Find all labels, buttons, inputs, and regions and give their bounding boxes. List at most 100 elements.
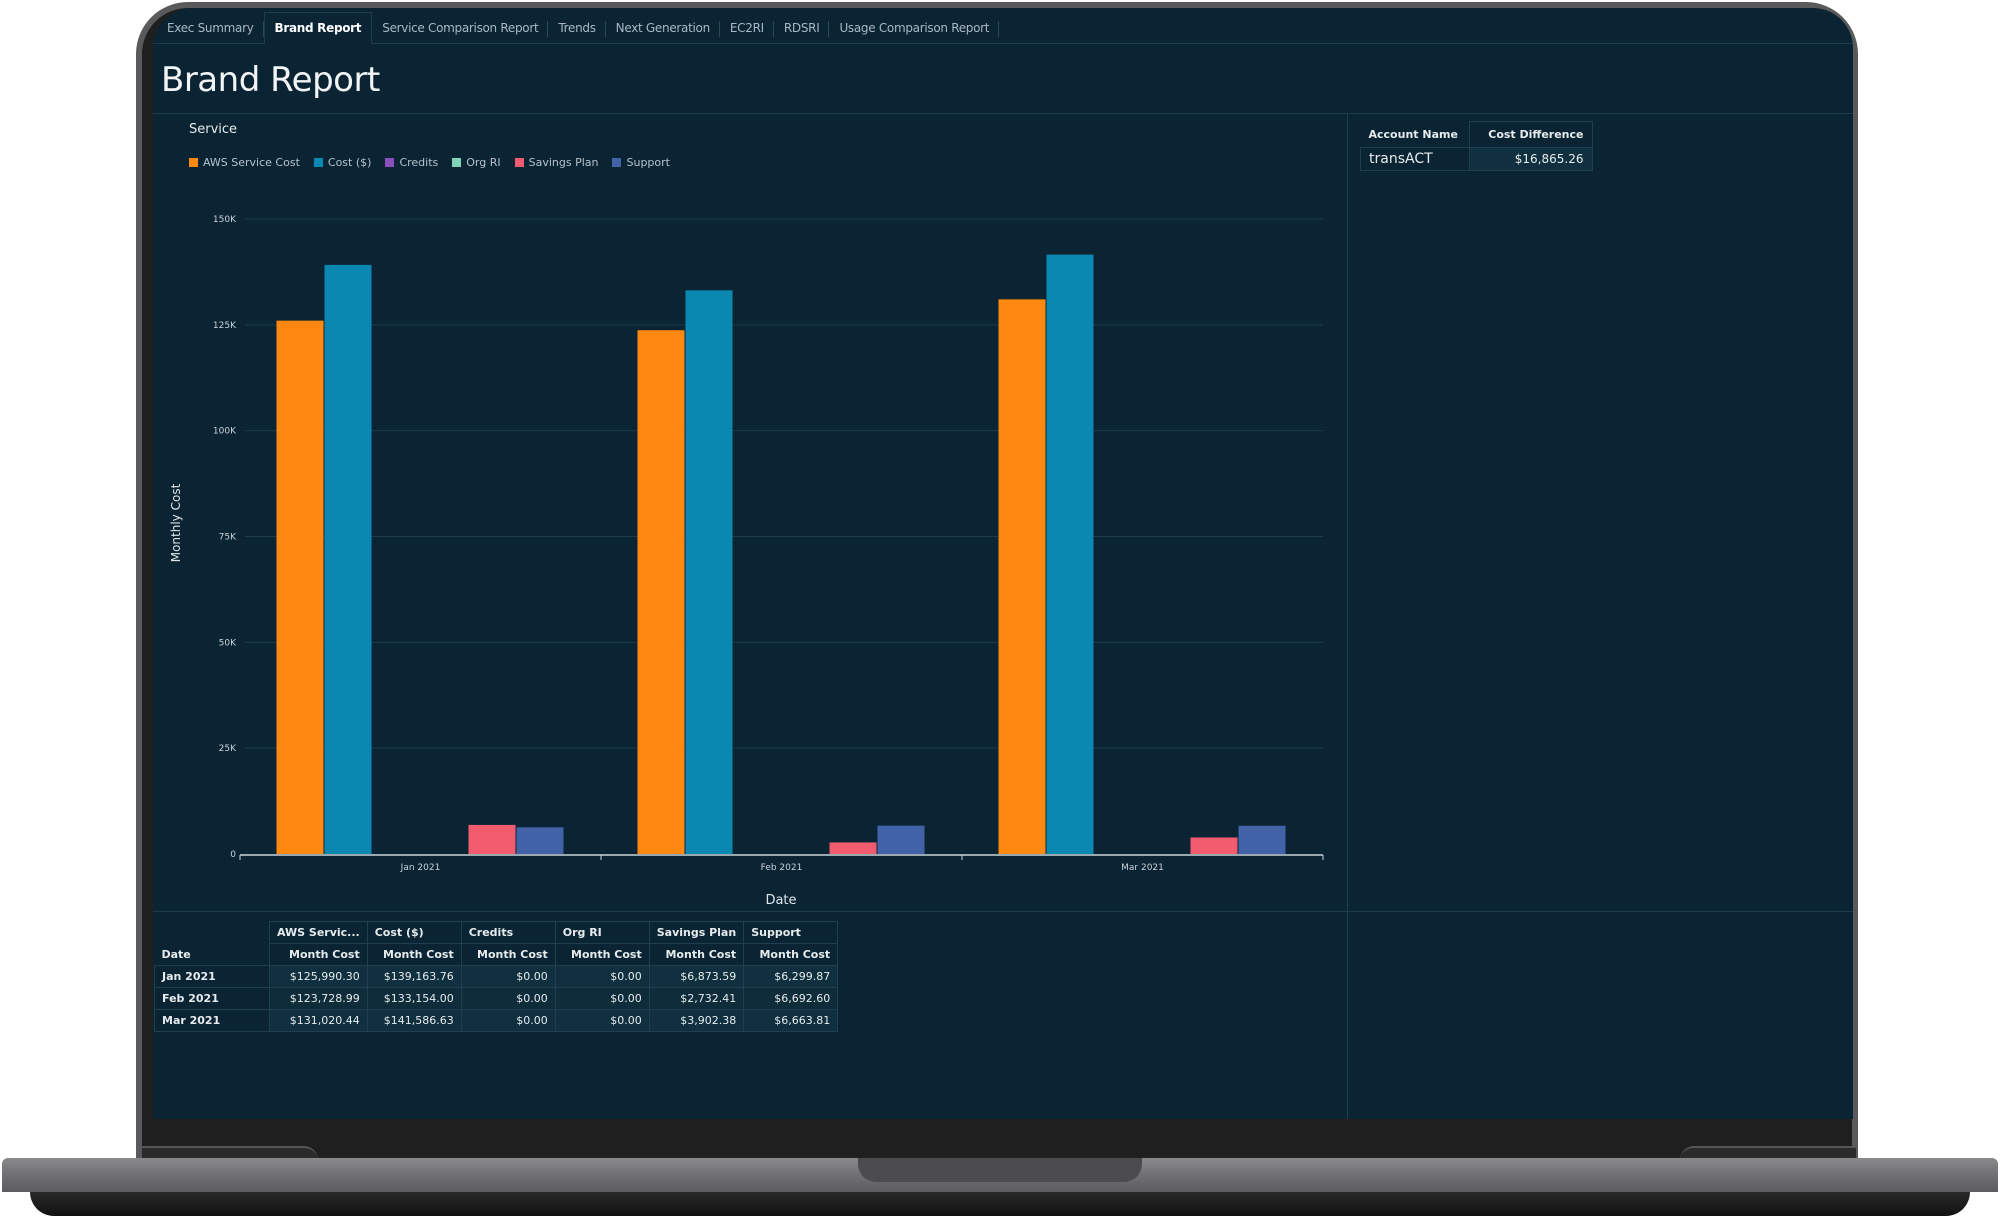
value-cell: $6,873.59 xyxy=(648,965,745,988)
y-tick-label: 25K xyxy=(219,744,237,754)
tab-usage-comparison-report[interactable]: Usage Comparison Report xyxy=(829,13,999,43)
legend-label: Cost ($) xyxy=(327,156,372,169)
date-cell: Mar 2021 xyxy=(154,1009,270,1032)
legend-item-aws-service-cost[interactable]: AWS Service Cost xyxy=(189,156,300,169)
legend-item-savings-plan[interactable]: Savings Plan xyxy=(514,156,599,169)
value-cell: $139,163.76 xyxy=(366,965,462,988)
page-title: Brand Report xyxy=(161,60,380,100)
account-cost-table: Account Name Cost Difference transACT $1… xyxy=(1360,121,1593,171)
value-cell: $0.00 xyxy=(554,987,650,1010)
value-cell: $133,154.00 xyxy=(366,987,462,1010)
y-tick-label: 125K xyxy=(213,321,237,331)
legend-swatch xyxy=(385,158,395,167)
legend-label: Savings Plan xyxy=(528,156,599,169)
panel-divider-vertical xyxy=(1347,113,1348,1119)
tab-exec-summary[interactable]: Exec Summary xyxy=(157,13,264,43)
bar-support-feb-2021[interactable] xyxy=(877,825,925,854)
bar-cost-mar-2021[interactable] xyxy=(1046,254,1094,855)
tab-trends[interactable]: Trends xyxy=(548,13,606,43)
value-cell: $3,902.38 xyxy=(648,1009,745,1032)
table-row: transACT $16,865.26 xyxy=(1360,147,1593,171)
chart-legend: AWS Service Cost Cost ($) Credits Org RI Sav… xyxy=(189,156,670,169)
tab-ec2ri[interactable]: EC2RI xyxy=(720,13,774,43)
laptop-base-bottom xyxy=(30,1192,1970,1216)
y-tick-label: 50K xyxy=(219,638,237,648)
row-header-date[interactable]: Date xyxy=(154,921,270,966)
x-tick-label: Feb 2021 xyxy=(761,863,803,873)
legend-swatch xyxy=(313,158,323,167)
bar-support-mar-2021[interactable] xyxy=(1238,825,1286,854)
sub-header-month-cost[interactable]: Month Cost xyxy=(269,943,368,966)
tab-rdsri[interactable]: RDSRI xyxy=(774,13,830,43)
column-header-account-name[interactable]: Account Name xyxy=(1361,122,1470,148)
value-cell: $141,586.63 xyxy=(366,1009,462,1032)
legend-label: Support xyxy=(626,156,670,169)
date-cell: Feb 2021 xyxy=(154,987,270,1010)
y-tick-label: 0 xyxy=(230,850,236,860)
dashboard-screen: Exec Summary Brand Report Service Compar… xyxy=(153,8,1853,1119)
chart-title: Service xyxy=(189,122,238,137)
bar-chart: 0 25K 50K 75K 100K 125K 150K Jan 2021 Feb 2021 M… xyxy=(169,215,1324,908)
legend-swatch xyxy=(189,158,198,167)
legend-swatch xyxy=(514,158,524,167)
value-cell: $0.00 xyxy=(554,965,650,988)
tab-next-generation[interactable]: Next Generation xyxy=(606,13,721,43)
value-cell: $2,732.41 xyxy=(648,987,745,1010)
value-cell: $131,020.44 xyxy=(269,1009,368,1032)
value-cell: $123,728.99 xyxy=(269,987,368,1010)
legend-swatch xyxy=(452,158,462,167)
group-header-org-ri[interactable]: Org RI xyxy=(554,921,650,944)
date-cell: Jan 2021 xyxy=(154,965,270,988)
bar-aws-service-cost-jan-2021[interactable] xyxy=(276,320,324,854)
y-tick-label: 100K xyxy=(213,427,237,437)
bar-savings-plan-feb-2021[interactable] xyxy=(829,842,877,854)
legend-label: Credits xyxy=(399,156,439,169)
y-tick-label: 150K xyxy=(213,215,237,225)
value-cell: $0.00 xyxy=(460,1009,556,1032)
bar-support-jan-2021[interactable] xyxy=(516,827,564,854)
x-tick-label: Mar 2021 xyxy=(1121,863,1164,873)
sub-header-month-cost[interactable]: Month Cost xyxy=(366,943,462,966)
legend-label: AWS Service Cost xyxy=(203,156,300,169)
bar-cost-feb-2021[interactable] xyxy=(685,290,733,855)
value-cell: $0.00 xyxy=(554,1009,650,1032)
panel-divider-horizontal xyxy=(153,911,1853,912)
bar-savings-plan-jan-2021[interactable] xyxy=(468,824,516,854)
value-cell: $125,990.30 xyxy=(269,965,368,988)
column-header-cost-difference[interactable]: Cost Difference xyxy=(1468,121,1593,148)
bar-cost-jan-2021[interactable] xyxy=(324,264,372,854)
tab-brand-report[interactable]: Brand Report xyxy=(263,12,373,44)
value-cell: $6,692.60 xyxy=(743,987,839,1010)
group-header-credits[interactable]: Credits xyxy=(460,921,556,944)
legend-item-org-ri[interactable]: Org RI xyxy=(452,156,501,169)
table-row: Mar 2021 $131,020.44 $141,586.63 $0.00 $… xyxy=(154,1009,839,1032)
group-header-cost[interactable]: Cost ($) xyxy=(366,921,462,944)
legend-item-cost[interactable]: Cost ($) xyxy=(313,156,372,169)
bar-aws-service-cost-mar-2021[interactable] xyxy=(998,299,1046,854)
sub-header-month-cost[interactable]: Month Cost xyxy=(648,943,745,966)
laptop-notch xyxy=(858,1158,1142,1182)
legend-item-support[interactable]: Support xyxy=(612,156,670,169)
sub-header-month-cost[interactable]: Month Cost xyxy=(554,943,650,966)
value-cell: $0.00 xyxy=(460,987,556,1010)
group-header-support[interactable]: Support xyxy=(743,921,839,944)
bar-aws-service-cost-feb-2021[interactable] xyxy=(637,330,685,854)
value-cell: $6,663.81 xyxy=(743,1009,839,1032)
sheet-tabs: Exec Summary Brand Report Service Compar… xyxy=(153,8,1853,44)
tab-service-comparison-report[interactable]: Service Comparison Report xyxy=(372,13,549,43)
bar-savings-plan-mar-2021[interactable] xyxy=(1190,837,1238,854)
x-axis-label: Date xyxy=(765,893,796,908)
value-cell: $6,299.87 xyxy=(743,965,839,988)
group-header-aws-service-cost[interactable]: AWS Servic... xyxy=(269,921,368,944)
legend-item-credits[interactable]: Credits xyxy=(385,156,438,169)
group-header-savings-plan[interactable]: Savings Plan xyxy=(648,921,745,944)
sub-header-month-cost[interactable]: Month Cost xyxy=(743,943,839,966)
monthly-cost-pivot-table: Date AWS Servic... Cost ($) Credits Org … xyxy=(154,921,839,1032)
y-axis-label: Monthly Cost xyxy=(169,483,183,562)
sub-header-month-cost[interactable]: Month Cost xyxy=(460,943,556,966)
table-row: Jan 2021 $125,990.30 $139,163.76 $0.00 $… xyxy=(154,965,839,988)
cost-difference-cell: $16,865.26 xyxy=(1468,147,1593,171)
header-divider xyxy=(153,113,1853,114)
value-cell: $0.00 xyxy=(460,965,556,988)
y-tick-label: 75K xyxy=(219,533,237,543)
